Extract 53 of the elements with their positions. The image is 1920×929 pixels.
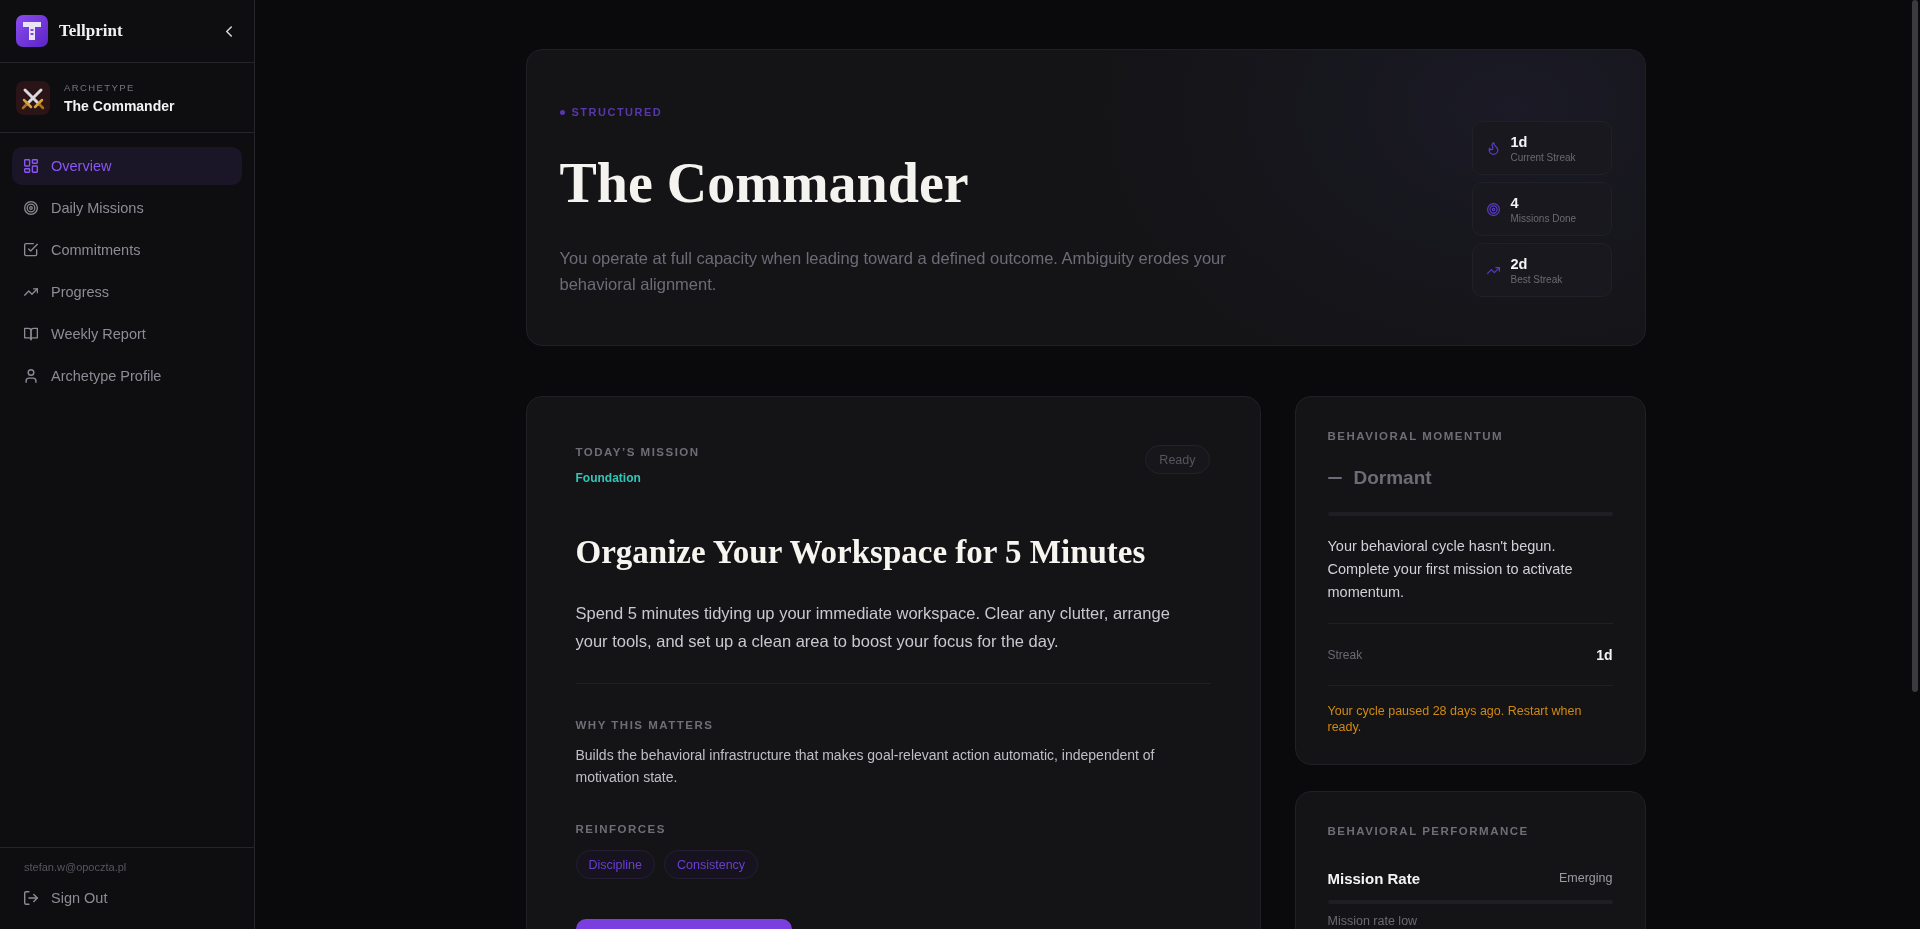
momentum-state: Dormant (1353, 467, 1432, 489)
metric-rating: Emerging (1559, 871, 1613, 885)
momentum-message: Your behavioral cycle hasn't begun. Complete your first mission to activate momentum. (1327, 537, 1574, 602)
why-text: Builds the behavioral infrastructure that makes goal-relevant action automatic, independent of motivation state. (575, 746, 1156, 787)
dashboard-icon (24, 159, 38, 173)
nav-item[interactable]: Overview (12, 147, 242, 185)
nav-item[interactable]: Daily Missions (12, 189, 242, 227)
section-label: REINFORCES (575, 822, 666, 836)
scrollbar-thumb[interactable] (1912, 0, 1918, 692)
stat-label: Current Streak (1510, 151, 1576, 163)
flame-icon (1486, 141, 1500, 155)
hero-title: The Commander (559, 151, 970, 216)
nav-item[interactable]: Commitments (12, 231, 242, 269)
crossed-swords-icon (16, 80, 50, 115)
stat-label: Best Streak (1510, 273, 1563, 285)
brand-name: Tellprint (59, 21, 124, 41)
mission-title: Organize Your Workspace for 5 Minutes (575, 533, 1146, 572)
mission-description: Spend 5 minutes tidying up your immediate workspace. Clear any clutter, arrange your tools, and set up a clean area to boost your focus for the day. (575, 603, 1171, 652)
nav-item[interactable]: Weekly Report (12, 315, 242, 353)
mission-category: Foundation (575, 471, 642, 485)
target-icon (24, 201, 38, 215)
status-badge: Ready (1145, 445, 1210, 474)
archetype-tag: STRUCTURED (571, 106, 663, 118)
section-label: WHY THIS MATTERS (575, 718, 714, 732)
archetype-label: ARCHETYPE (64, 81, 136, 93)
target-icon (1486, 202, 1500, 216)
trend-up-icon (24, 285, 38, 299)
section-label: BEHAVIORAL MOMENTUM (1327, 429, 1505, 443)
stat-value: 2d (1510, 255, 1529, 272)
streak-value: 1d (1596, 647, 1613, 663)
section-label: BEHAVIORAL PERFORMANCE (1327, 824, 1530, 838)
nav-item[interactable]: Progress (12, 273, 242, 311)
checked-square-icon (24, 243, 38, 257)
dot-icon (559, 109, 565, 115)
stat-label: Missions Done (1510, 212, 1577, 224)
metric-note: Mission rate low (1327, 913, 1419, 929)
dash-icon (1327, 476, 1342, 480)
sign-out-button[interactable]: Sign Out (12, 879, 242, 917)
hero-description: You operate at full capacity when leading toward a defined outcome. Ambiguity erodes your behavioral alignment. (559, 248, 1227, 295)
logo-icon (16, 15, 48, 47)
sign-out-icon (24, 891, 38, 905)
book-icon (24, 327, 38, 341)
archetype-name: The Commander (64, 97, 175, 114)
stat-value: 4 (1510, 194, 1520, 211)
user-email: stefan.w@opoczta.pl (23, 861, 128, 873)
paused-notice: Your cycle paused 28 days ago. Restart when ready. (1327, 703, 1583, 735)
section-label: TODAY’S MISSION (575, 445, 700, 459)
nav-item[interactable]: Archetype Profile (12, 357, 242, 395)
stat-value: 1d (1510, 133, 1529, 150)
streak-label: Streak (1327, 648, 1363, 662)
chevron-left-icon (226, 25, 232, 37)
metric-name: Mission Rate (1327, 869, 1421, 887)
user-icon (24, 369, 38, 383)
